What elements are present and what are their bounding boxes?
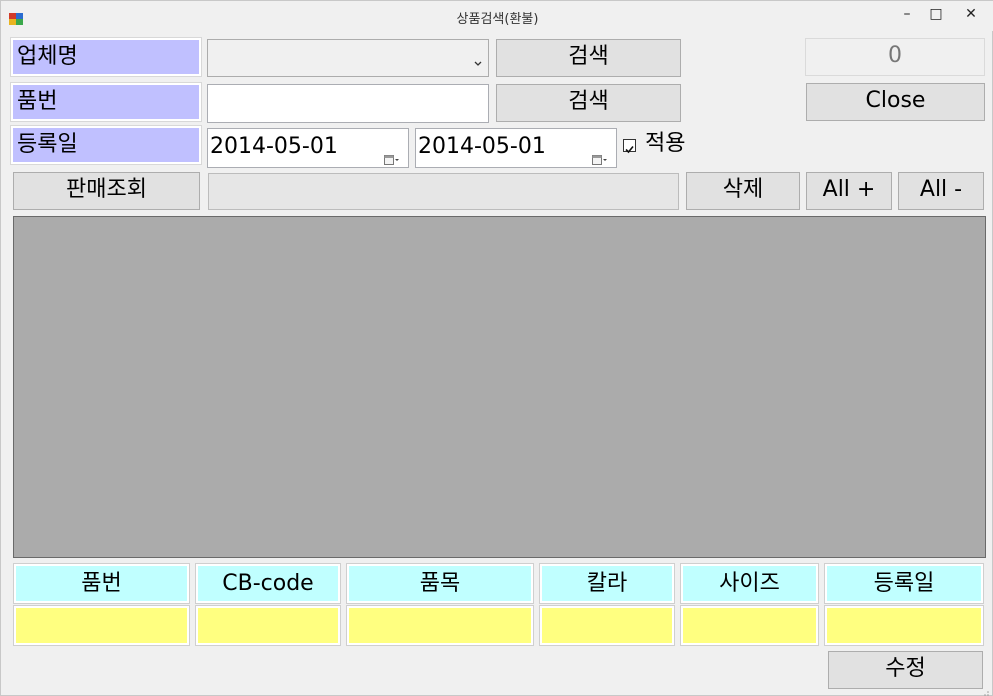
product-search-refund-window: 상품검색(환불) – □ ✕ 업체명 검색 0 품번 검색 Close 등록일 … bbox=[0, 0, 993, 696]
detail-header-product: 품목 bbox=[346, 563, 534, 604]
item-no-label: 품번 bbox=[10, 82, 202, 122]
vendor-combobox[interactable] bbox=[207, 39, 489, 77]
sales-query-button[interactable]: 판매조회 bbox=[13, 172, 200, 210]
apply-date-checkbox[interactable] bbox=[623, 139, 636, 154]
detail-header-size: 사이즈 bbox=[680, 563, 819, 604]
delete-button[interactable]: 삭제 bbox=[686, 172, 800, 210]
edit-button[interactable]: 수정 bbox=[828, 651, 983, 689]
resize-grip-icon[interactable] bbox=[981, 684, 989, 696]
close-button[interactable]: Close bbox=[806, 83, 985, 121]
detail-value-cb-code[interactable] bbox=[195, 605, 341, 646]
title-bar[interactable]: 상품검색(환불) – □ ✕ bbox=[1, 1, 993, 31]
minimize-button[interactable]: – bbox=[893, 4, 921, 26]
progress-bar bbox=[208, 173, 679, 210]
detail-header-cb-code: CB-code bbox=[195, 563, 341, 604]
calendar-dropdown-icon[interactable] bbox=[384, 142, 400, 165]
apply-date-label[interactable]: 적용 bbox=[645, 129, 685, 159]
detail-header-color: 칼라 bbox=[539, 563, 675, 604]
close-window-button[interactable]: ✕ bbox=[951, 4, 991, 26]
results-grid[interactable] bbox=[13, 216, 986, 558]
window-title: 상품검색(환불) bbox=[456, 12, 539, 27]
detail-value-size[interactable] bbox=[680, 605, 819, 646]
date-from-picker[interactable]: 2014-05-01 bbox=[207, 128, 409, 168]
date-to-value: 2014-05-01 bbox=[418, 134, 546, 159]
detail-value-reg-date[interactable] bbox=[824, 605, 984, 646]
detail-value-item-no[interactable] bbox=[13, 605, 190, 646]
maximize-button[interactable]: □ bbox=[922, 4, 950, 26]
vendor-label: 업체명 bbox=[10, 37, 202, 77]
item-no-input[interactable] bbox=[207, 84, 489, 123]
date-from-value: 2014-05-01 bbox=[210, 134, 338, 159]
deselect-all-button[interactable]: All - bbox=[898, 172, 984, 210]
select-all-button[interactable]: All + bbox=[806, 172, 892, 210]
detail-value-product[interactable] bbox=[346, 605, 534, 646]
chevron-down-icon bbox=[474, 53, 482, 66]
result-count-field: 0 bbox=[805, 38, 985, 76]
date-to-picker[interactable]: 2014-05-01 bbox=[415, 128, 617, 168]
checkmark-icon bbox=[625, 145, 634, 154]
detail-header-item-no: 품번 bbox=[13, 563, 190, 604]
item-search-button[interactable]: 검색 bbox=[496, 84, 681, 122]
date-label: 등록일 bbox=[10, 125, 202, 165]
detail-header-reg-date: 등록일 bbox=[824, 563, 984, 604]
detail-value-color[interactable] bbox=[539, 605, 675, 646]
vendor-search-button[interactable]: 검색 bbox=[496, 39, 681, 77]
calendar-dropdown-icon[interactable] bbox=[592, 142, 608, 165]
